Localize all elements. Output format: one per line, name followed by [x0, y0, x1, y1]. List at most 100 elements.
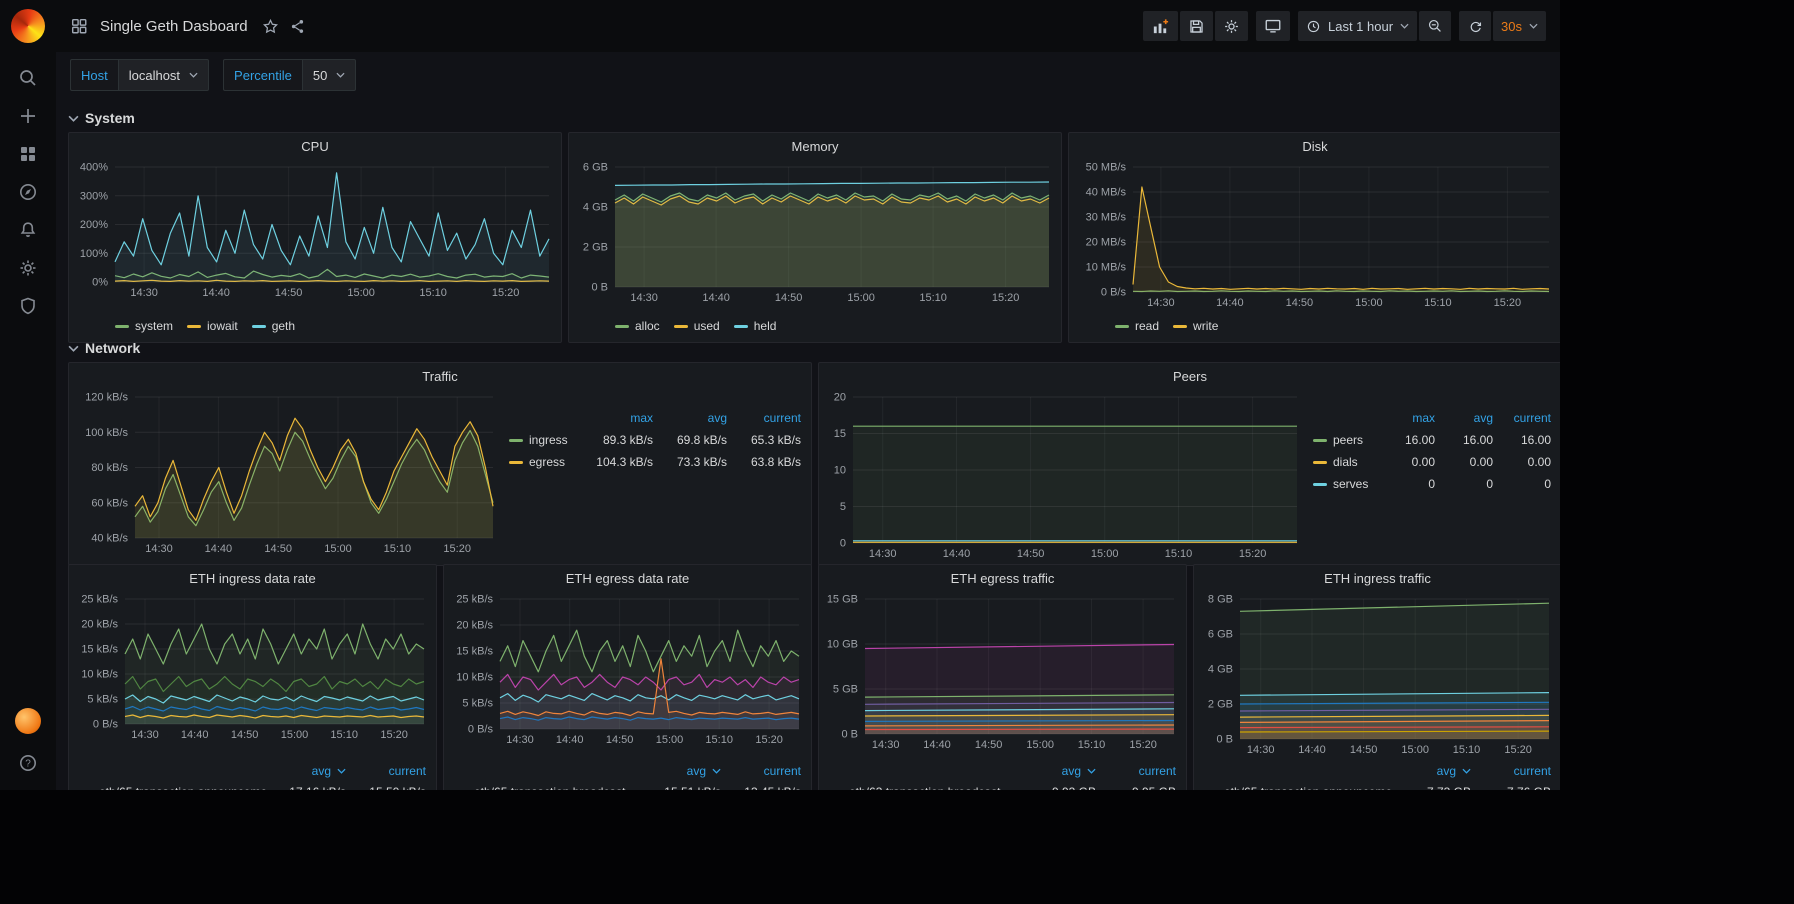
svg-text:15:00: 15:00: [656, 734, 684, 746]
legend-series-peers[interactable]: peers: [1313, 433, 1377, 447]
legend-sort-avg[interactable]: avg: [266, 764, 346, 778]
search-icon[interactable]: [8, 59, 48, 97]
save-dashboard-button[interactable]: [1180, 11, 1213, 41]
panel-title-eth-ingress-data-rate[interactable]: ETH ingress data rate: [69, 565, 436, 591]
panel-disk: Disk 14:3014:4014:5015:0015:1015:200 B/s…: [1068, 132, 1560, 343]
eth-egress-data-rate-chart[interactable]: 14:3014:4014:5015:0015:1015:200 B/s5 kB/…: [450, 591, 805, 761]
alerting-bell-icon[interactable]: [8, 211, 48, 249]
legend-series-eth/65 transaction announcement[interactable]: eth/65 transaction announcement: [79, 785, 266, 790]
legend-sort-max[interactable]: max: [579, 411, 653, 425]
legend-sort-current[interactable]: current: [346, 764, 426, 778]
panel-title-traffic[interactable]: Traffic: [69, 363, 811, 389]
panel-title-eth-egress-data-rate[interactable]: ETH egress data rate: [444, 565, 811, 591]
grafana-logo-icon[interactable]: [11, 9, 45, 43]
legend-sort-max[interactable]: max: [1377, 411, 1435, 425]
memory-chart[interactable]: 14:3014:4014:5015:0015:1015:200 B2 GB4 G…: [575, 159, 1055, 314]
svg-text:0 B: 0 B: [1216, 734, 1233, 746]
create-plus-icon[interactable]: [8, 97, 48, 135]
legend-sort-avg[interactable]: avg: [641, 764, 721, 778]
svg-text:2 GB: 2 GB: [1208, 699, 1233, 711]
legend-sort-avg[interactable]: avg: [653, 411, 727, 425]
refresh-interval-picker[interactable]: 30s: [1493, 11, 1546, 41]
series-swatch: [115, 325, 129, 328]
legend-bottom-header: avgcurrent: [454, 761, 801, 781]
dashboard-settings-button[interactable]: [1215, 11, 1248, 41]
variable-percentile-value[interactable]: 50: [302, 59, 356, 91]
legend-series-ingress[interactable]: ingress: [509, 433, 579, 447]
legend-value: 89.3 kB/s: [579, 433, 653, 447]
legend-sort-avg[interactable]: avg: [1435, 411, 1493, 425]
legend-sort-avg[interactable]: avg: [1016, 764, 1096, 778]
svg-text:120 kB/s: 120 kB/s: [85, 392, 128, 404]
disk-chart[interactable]: 14:3014:4014:5015:0015:1015:200 B/s10 MB…: [1075, 159, 1555, 314]
svg-text:14:50: 14:50: [775, 292, 803, 304]
traffic-chart[interactable]: 14:3014:4014:5015:0015:1015:2040 kB/s60 …: [75, 389, 499, 565]
legend-series-eth/65 transaction announcement[interactable]: eth/65 transaction announcement: [1204, 785, 1391, 790]
star-icon[interactable]: [262, 18, 279, 35]
svg-text:15:20: 15:20: [1504, 744, 1532, 756]
panel-traffic: Traffic 14:3014:4014:5015:0015:1015:2040…: [68, 362, 812, 566]
configuration-gear-icon[interactable]: [8, 249, 48, 287]
legend-series-eth/65 transaction broadcast[interactable]: eth/65 transaction broadcast: [454, 785, 641, 790]
svg-text:14:40: 14:40: [702, 292, 730, 304]
legend-label: held: [754, 319, 777, 333]
legend-sort-current[interactable]: current: [1493, 411, 1551, 425]
legend-series-dials[interactable]: dials: [1313, 455, 1377, 469]
eth-ingress-data-rate-chart[interactable]: 14:3014:4014:5015:0015:1015:200 B/s5 kB/…: [75, 591, 430, 761]
legend-item-geth[interactable]: geth: [252, 319, 295, 333]
legend-sort-current[interactable]: current: [1096, 764, 1176, 778]
row-header-system[interactable]: System: [68, 106, 1560, 130]
zoom-out-button[interactable]: [1419, 11, 1451, 41]
svg-text:15:00: 15:00: [347, 287, 375, 299]
series-swatch: [674, 325, 688, 328]
legend-series-egress[interactable]: egress: [509, 455, 579, 469]
cycle-view-tv-button[interactable]: [1256, 11, 1290, 41]
legend-sort-current[interactable]: current: [1471, 764, 1551, 778]
legend-item-write[interactable]: write: [1173, 319, 1218, 333]
explore-compass-icon[interactable]: [8, 173, 48, 211]
legend-series-serves[interactable]: serves: [1313, 477, 1377, 491]
cpu-chart[interactable]: 14:3014:4014:5015:0015:1015:200%100%200%…: [75, 159, 555, 314]
legend-label: system: [135, 319, 173, 333]
svg-text:14:50: 14:50: [231, 729, 259, 741]
variable-host-label: Host: [70, 59, 118, 91]
svg-text:0 B/s: 0 B/s: [93, 719, 119, 731]
disk-legend: read write: [1069, 314, 1560, 342]
legend-item-system[interactable]: system: [115, 319, 173, 333]
legend-item-read[interactable]: read: [1115, 319, 1159, 333]
server-admin-shield-icon[interactable]: [8, 287, 48, 325]
legend-row-serves: serves000: [1313, 473, 1551, 495]
legend-item-held[interactable]: held: [734, 319, 777, 333]
panel-title-cpu[interactable]: CPU: [69, 133, 561, 159]
help-icon[interactable]: ?: [8, 744, 48, 782]
time-range-picker[interactable]: Last 1 hour: [1298, 11, 1417, 41]
legend-value: 9.93 GB: [1016, 785, 1096, 790]
legend-sort-avg[interactable]: avg: [1391, 764, 1471, 778]
legend-item-alloc[interactable]: alloc: [615, 319, 660, 333]
panel-title-eth-ingress-traffic[interactable]: ETH ingress traffic: [1194, 565, 1560, 591]
legend-value: 16.00: [1493, 433, 1551, 447]
panel-title-eth-egress-traffic[interactable]: ETH egress traffic: [819, 565, 1186, 591]
user-avatar[interactable]: [15, 708, 41, 734]
peers-chart[interactable]: 14:3014:4014:5015:0015:1015:2005101520: [825, 389, 1303, 565]
svg-text:5: 5: [840, 501, 846, 513]
eth-egress-traffic-chart[interactable]: 14:3014:4014:5015:0015:1015:200 B5 GB10 …: [825, 591, 1180, 761]
legend-table-header: maxavgcurrent: [1313, 407, 1551, 429]
panel-title-peers[interactable]: Peers: [819, 363, 1560, 389]
legend-item-iowait[interactable]: iowait: [187, 319, 238, 333]
refresh-button[interactable]: [1459, 11, 1491, 41]
panel-title-memory[interactable]: Memory: [569, 133, 1061, 159]
eth-ingress-traffic-chart[interactable]: 14:3014:4014:5015:0015:1015:200 B2 GB4 G…: [1200, 591, 1555, 761]
legend-item-used[interactable]: used: [674, 319, 720, 333]
legend-sort-current[interactable]: current: [727, 411, 801, 425]
add-panel-button[interactable]: [1143, 11, 1178, 41]
dashboard-title[interactable]: Single Geth Dasboard: [100, 18, 248, 35]
legend-row: eth/65 transaction announcement17.16 kB/…: [79, 781, 426, 790]
chart-svg: 14:3014:4014:5015:0015:1015:200%100%200%…: [75, 159, 555, 299]
panel-title-disk[interactable]: Disk: [1069, 133, 1560, 159]
variable-host-value[interactable]: localhost: [118, 59, 209, 91]
legend-sort-current[interactable]: current: [721, 764, 801, 778]
legend-series-eth/63 transaction broadcast[interactable]: eth/63 transaction broadcast: [829, 785, 1016, 790]
dashboards-icon[interactable]: [8, 135, 48, 173]
share-icon[interactable]: [289, 18, 306, 35]
